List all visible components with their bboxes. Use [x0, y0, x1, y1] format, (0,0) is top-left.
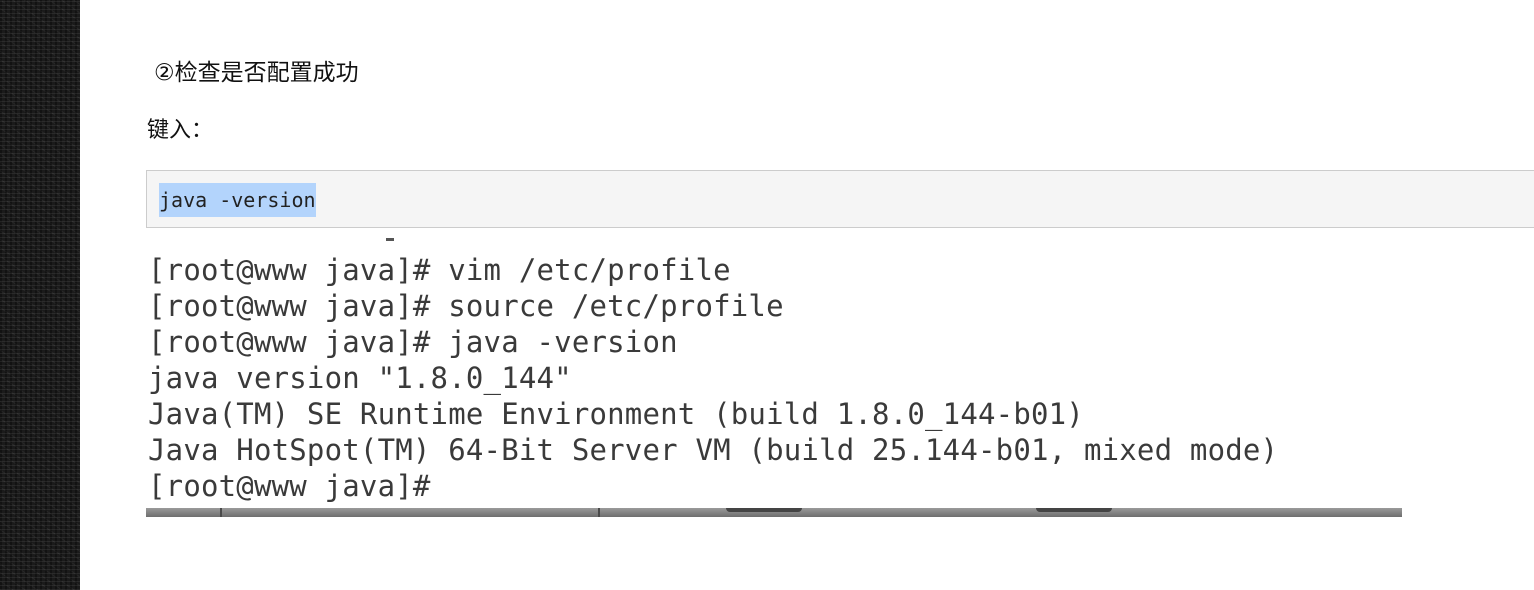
dark-textured-sidebar — [0, 0, 80, 590]
input-label: 键入： — [147, 118, 214, 143]
terminal-line: [root@www java]# — [148, 469, 431, 503]
terminal-line: java version "1.8.0_144" — [148, 361, 572, 395]
status-bar-tab — [1036, 508, 1112, 512]
code-block[interactable]: java -version — [146, 170, 1534, 228]
status-bar-divider — [220, 508, 222, 517]
step-heading: ②检查是否配置成功 — [154, 60, 359, 86]
terminal-status-bar — [146, 508, 1402, 517]
page: ②检查是否配置成功 键入： java -version [root@www ja… — [0, 0, 1534, 590]
terminal-screenshot-image: [root@www java]# vim /etc/profile [root@… — [146, 238, 1402, 518]
terminal-line: [root@www java]# source /etc/profile — [148, 289, 784, 323]
status-bar-divider — [598, 508, 600, 517]
terminal-output: [root@www java]# vim /etc/profile [root@… — [148, 252, 1278, 504]
terminal-line: Java HotSpot(TM) 64-Bit Server VM (build… — [148, 433, 1279, 467]
terminal-line: Java(TM) SE Runtime Environment (build 1… — [148, 397, 1084, 431]
terminal-line: [root@www java]# java -version — [148, 325, 678, 359]
status-bar-tab — [726, 508, 802, 512]
article-content: ②检查是否配置成功 键入： java -version [root@www ja… — [80, 0, 1534, 590]
code-text-selected[interactable]: java -version — [159, 183, 316, 217]
cropped-text-fragment — [386, 238, 394, 241]
terminal-line: [root@www java]# vim /etc/profile — [148, 253, 731, 287]
